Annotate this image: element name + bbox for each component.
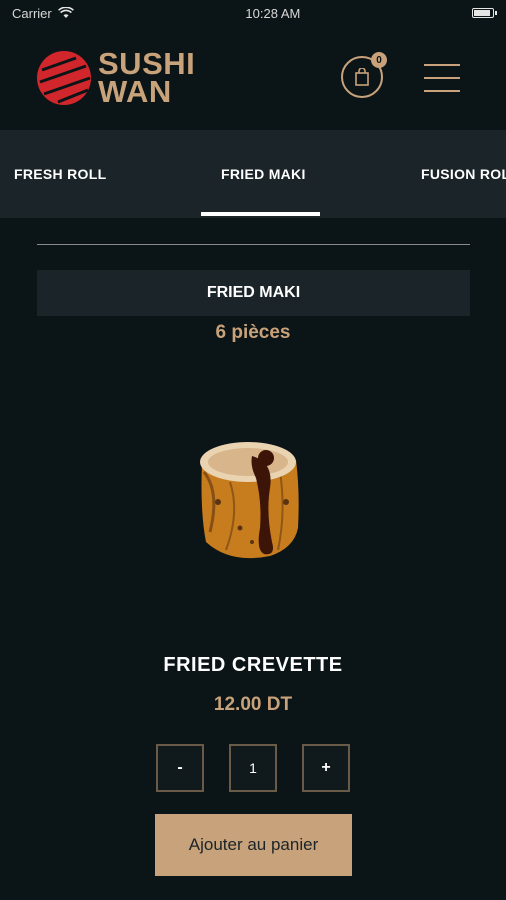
tab-fusion-roll[interactable]: FUSION ROLL — [421, 130, 506, 218]
status-bar: Carrier 10:28 AM — [0, 0, 506, 26]
quantity-field[interactable]: 1 — [229, 744, 277, 792]
cart-button[interactable]: 0 — [341, 52, 387, 98]
category-tabs: FRESH ROLL FRIED MAKI FUSION ROLL — [0, 130, 506, 218]
status-time: 10:28 AM — [245, 5, 301, 21]
cart-count-badge: 0 — [371, 52, 387, 68]
add-to-cart-button[interactable]: Ajouter au panier — [155, 814, 352, 876]
carrier-label: Carrier — [12, 5, 52, 21]
shopping-bag-icon — [355, 68, 369, 86]
hamburger-menu-icon[interactable] — [424, 64, 460, 92]
wifi-icon — [57, 7, 74, 18]
increase-quantity-button[interactable]: + — [302, 744, 350, 792]
logo[interactable]: SUSHI WAN — [36, 48, 195, 109]
tab-fresh-roll[interactable]: FRESH ROLL — [14, 130, 106, 218]
section-title: FRIED MAKI — [37, 270, 470, 316]
pieces-count: 6 pièces — [215, 322, 291, 343]
logo-mark-icon — [37, 51, 91, 105]
active-tab-indicator — [201, 212, 320, 216]
product-image — [200, 442, 299, 559]
logo-text: SUSHI WAN — [98, 48, 195, 109]
divider — [37, 244, 470, 245]
decrease-quantity-button[interactable]: - — [156, 744, 204, 792]
menu-line — [424, 77, 460, 79]
app-header: SUSHI WAN 0 — [0, 26, 506, 130]
battery-icon — [471, 8, 497, 18]
product-price: 12.00 DT — [213, 694, 293, 715]
tab-fried-maki[interactable]: FRIED MAKI — [221, 130, 306, 218]
product-name: FRIED CREVETTE — [163, 654, 343, 676]
menu-line — [424, 90, 460, 92]
logo-line-2: WAN — [98, 74, 172, 109]
menu-line — [424, 64, 460, 66]
